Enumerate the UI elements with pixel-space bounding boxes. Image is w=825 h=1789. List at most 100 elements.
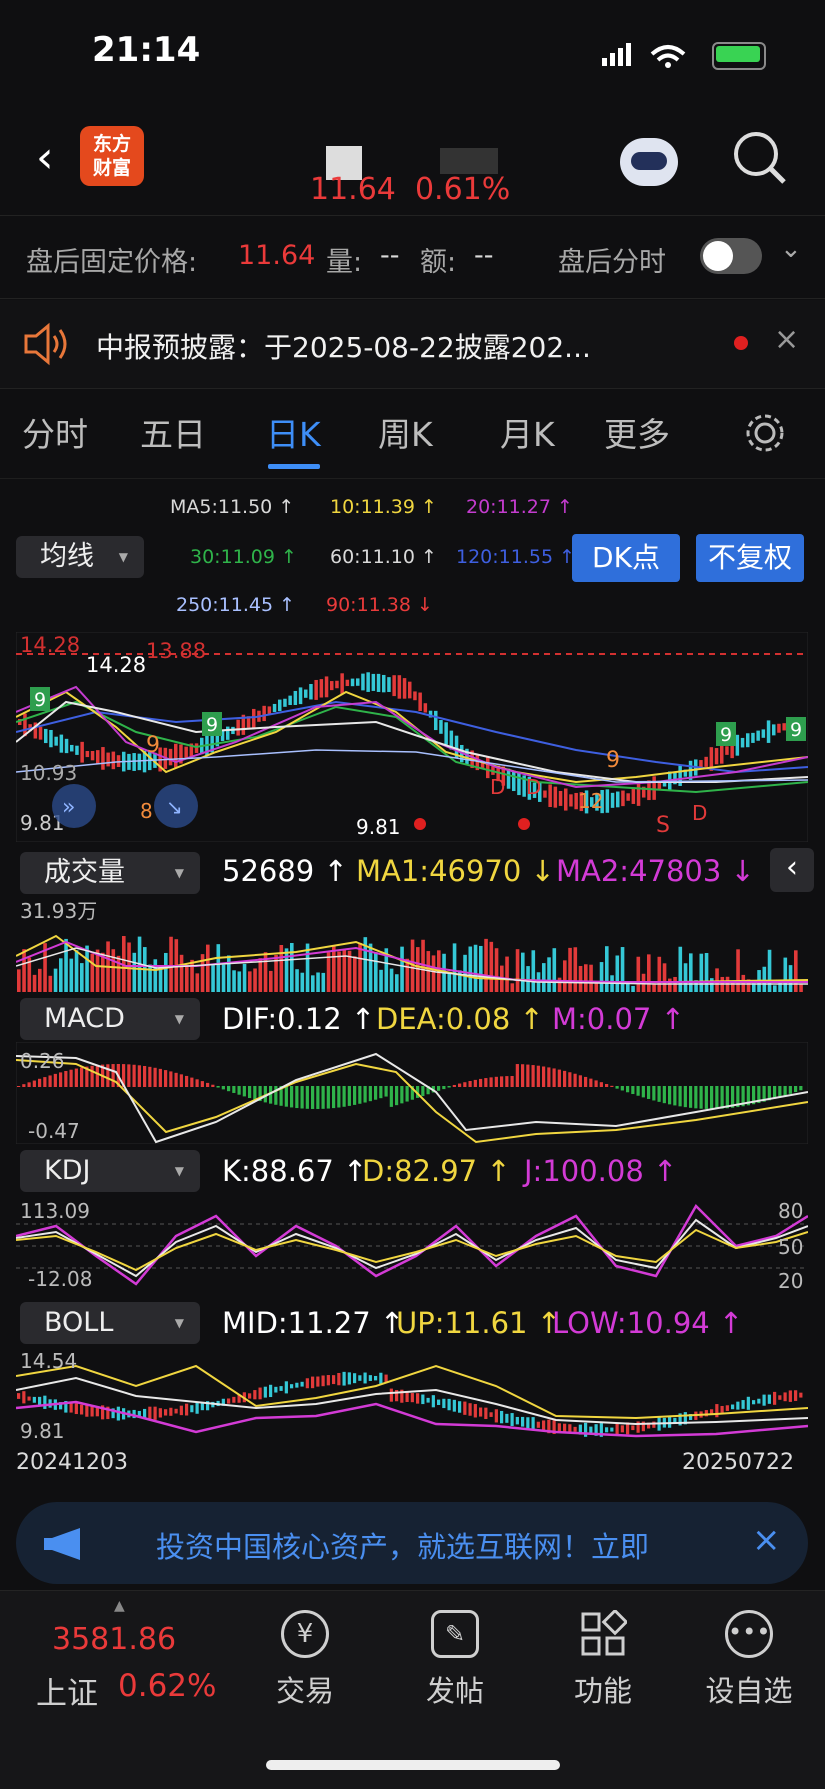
macd-bar <box>479 1078 483 1087</box>
macd-bar <box>59 1072 63 1087</box>
macd-bar <box>662 1086 666 1104</box>
volume-bar <box>290 942 294 992</box>
volume-bar <box>647 954 651 992</box>
svg-text:D: D <box>490 775 505 799</box>
volume-bar <box>762 966 767 992</box>
boll-candle <box>248 1393 252 1399</box>
kline-candle <box>132 753 136 771</box>
macd-bar <box>363 1086 367 1103</box>
boll-candle <box>290 1384 294 1389</box>
boll-candle <box>463 1401 467 1415</box>
svg-text:S: S <box>656 813 670 838</box>
boll-candle <box>269 1384 273 1398</box>
kline-candle <box>80 741 84 763</box>
tab-month-k[interactable]: 月K <box>500 408 555 456</box>
macd-bar <box>526 1064 530 1087</box>
macd-bar <box>164 1070 168 1087</box>
search-icon[interactable] <box>730 128 790 188</box>
kline-candle <box>751 732 755 743</box>
macd-bar <box>326 1086 330 1109</box>
macd-bar <box>32 1080 36 1087</box>
ad-banner[interactable]: 投资中国核心资产，就选互联网！立即 × <box>16 1502 808 1584</box>
nav-add-watchlist[interactable]: ••• 设自选 <box>694 1610 804 1710</box>
chevron-down-icon[interactable]: ⌄ <box>780 234 802 264</box>
volume-bar <box>211 963 215 992</box>
kline-candle <box>226 726 230 740</box>
volume-bar <box>195 973 200 992</box>
macd-bar <box>253 1086 257 1100</box>
macd-bar <box>242 1086 246 1097</box>
tab-day-k[interactable]: 日K <box>266 408 321 456</box>
volume-bar <box>573 947 578 992</box>
volume-bar <box>773 985 777 992</box>
settings-gear-icon[interactable] <box>742 410 788 456</box>
boll-candle <box>536 1421 540 1428</box>
macd-bar <box>17 1086 21 1087</box>
macd-dropdown[interactable]: MACD ▼ <box>20 998 200 1040</box>
boll-chart: 14.54 9.81 <box>16 1349 808 1443</box>
macd-bar <box>200 1081 204 1087</box>
macd-bar <box>652 1086 656 1101</box>
volume-bar <box>379 969 383 992</box>
macd-bar <box>358 1086 362 1104</box>
volume-bar <box>678 946 683 992</box>
kline-candle <box>543 790 547 798</box>
volume-bar <box>132 952 137 992</box>
back-icon[interactable]: ‹ <box>36 132 54 183</box>
tab-more[interactable]: 更多 <box>604 408 670 456</box>
boll-candle <box>326 1375 330 1386</box>
boll-candle <box>631 1425 635 1431</box>
volume-bar <box>389 968 394 992</box>
collapse-panel-icon[interactable]: ‹ <box>770 848 814 892</box>
boll-candle <box>741 1400 745 1409</box>
macd-bar <box>48 1075 52 1087</box>
boll-candle <box>22 1391 26 1404</box>
nav-post[interactable]: ✎ 发帖 <box>400 1610 510 1710</box>
kline-candle <box>38 726 43 740</box>
kdj-d: D:82.97 ↑ <box>362 1154 511 1188</box>
ad-close-icon[interactable]: × <box>752 1520 781 1560</box>
volume-ma1: MA1:46970 ↓ <box>356 854 555 888</box>
macd-bar <box>80 1067 84 1087</box>
post-fenshi-toggle[interactable] <box>700 238 762 274</box>
volume-bar <box>248 971 252 992</box>
nav-trade[interactable]: ¥ 交易 <box>250 1610 360 1710</box>
boll-candle <box>452 1399 456 1412</box>
boll-dropdown[interactable]: BOLL ▼ <box>20 1302 200 1344</box>
ma-dropdown[interactable]: 均线 ▼ <box>16 536 144 578</box>
volume-bar <box>631 985 635 992</box>
no-adjust-button[interactable]: 不复权 <box>696 534 804 582</box>
kline-chart[interactable]: 14.28 13.88 14.28 10.93 9.81 9.81 9 9 9 … <box>16 632 808 842</box>
volume-dropdown[interactable]: 成交量 ▼ <box>20 852 200 894</box>
macd-bar <box>494 1076 498 1087</box>
kline-candle <box>293 690 298 705</box>
boll-candle <box>69 1403 73 1413</box>
dk-point-button[interactable]: DK点 <box>572 534 680 582</box>
boll-candle <box>342 1371 346 1386</box>
macd-bar <box>90 1065 94 1087</box>
macd-bar <box>694 1086 698 1109</box>
boll-candle <box>652 1421 656 1428</box>
boll-low: LOW:10.94 ↑ <box>552 1306 744 1340</box>
nav-functions[interactable]: 功能 <box>548 1608 658 1710</box>
volume-bar <box>767 949 772 992</box>
macd-bar <box>557 1069 561 1087</box>
volume-bar <box>237 971 242 992</box>
macd-bar <box>778 1086 782 1098</box>
close-icon[interactable]: × <box>774 322 799 357</box>
macd-bar <box>158 1068 162 1087</box>
macd-bar <box>95 1065 99 1087</box>
boll-candle <box>479 1407 483 1417</box>
kline-candle <box>236 719 240 736</box>
tab-five-day[interactable]: 五日 <box>140 408 206 456</box>
volume-bar <box>316 972 320 992</box>
index-value[interactable]: 3581.86 <box>52 1622 176 1657</box>
macd-bar <box>132 1064 136 1087</box>
kdj-dropdown[interactable]: KDJ ▼ <box>20 1150 200 1192</box>
robot-assistant-icon[interactable] <box>620 138 678 186</box>
macd-bar <box>799 1086 803 1091</box>
tab-fenshi[interactable]: 分时 <box>22 408 88 456</box>
notice-bar[interactable]: 中报预披露：于2025-08-22披露202... × <box>0 300 825 389</box>
svg-text:9: 9 <box>790 719 802 741</box>
tab-week-k[interactable]: 周K <box>378 408 433 456</box>
